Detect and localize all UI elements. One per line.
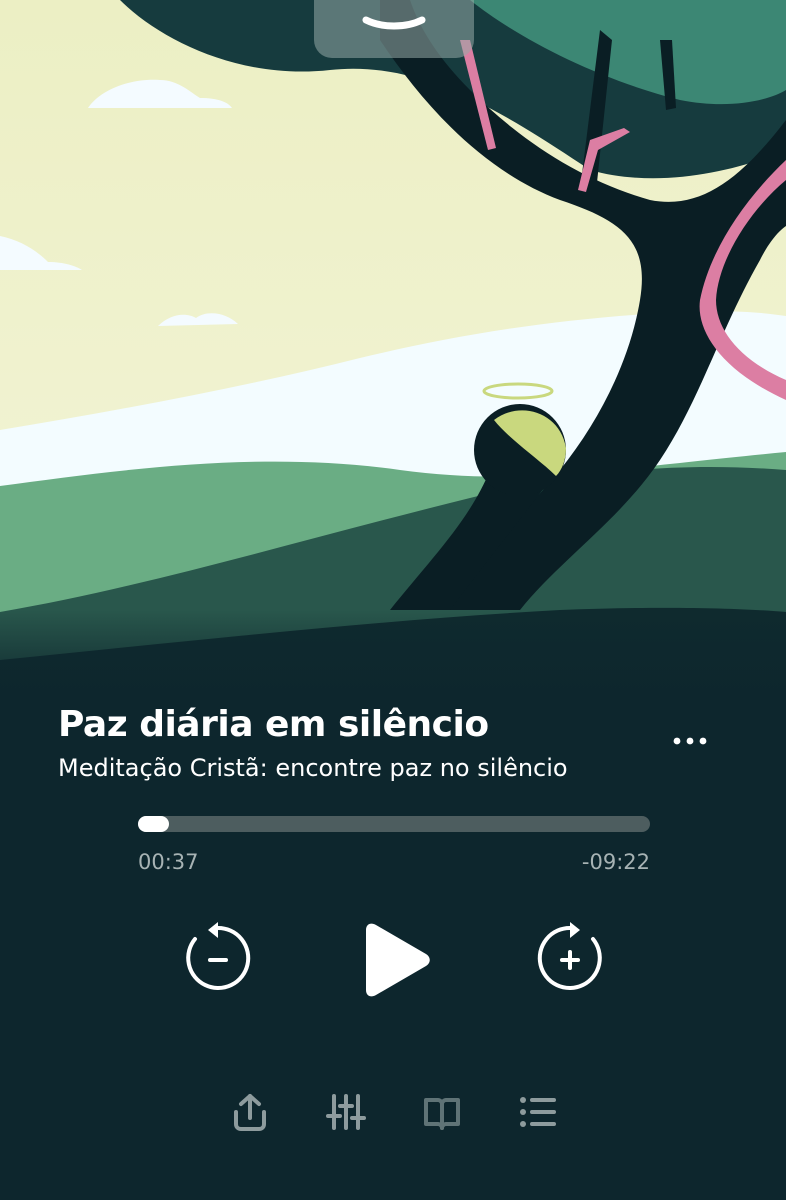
play-icon — [366, 923, 430, 997]
rewind-icon — [186, 922, 251, 990]
forward-button[interactable] — [534, 920, 606, 992]
playlist-button[interactable] — [516, 1090, 560, 1134]
track-subtitle: Meditação Cristã: encontre paz no silênc… — [58, 754, 568, 782]
play-button[interactable] — [352, 920, 436, 1000]
more-horizontal-icon — [673, 737, 707, 745]
time-elapsed: 00:37 — [138, 850, 199, 874]
equalizer-button[interactable] — [324, 1090, 368, 1134]
share-icon — [234, 1094, 266, 1131]
collapse-button[interactable] — [314, 0, 474, 58]
cover-illustration — [0, 0, 786, 700]
rewind-button[interactable] — [182, 920, 254, 992]
book-icon — [424, 1098, 460, 1130]
progress-fill — [138, 816, 169, 832]
track-title: Paz diária em silêncio — [58, 704, 489, 745]
sliders-icon — [326, 1094, 366, 1130]
share-button[interactable] — [228, 1090, 272, 1134]
forward-icon — [537, 922, 602, 990]
list-icon — [520, 1097, 556, 1127]
time-remaining: -09:22 — [581, 850, 650, 874]
more-options-button[interactable] — [668, 724, 712, 758]
book-button[interactable] — [420, 1090, 464, 1134]
chevron-down-icon — [362, 16, 426, 30]
progress-bar[interactable] — [138, 816, 650, 832]
